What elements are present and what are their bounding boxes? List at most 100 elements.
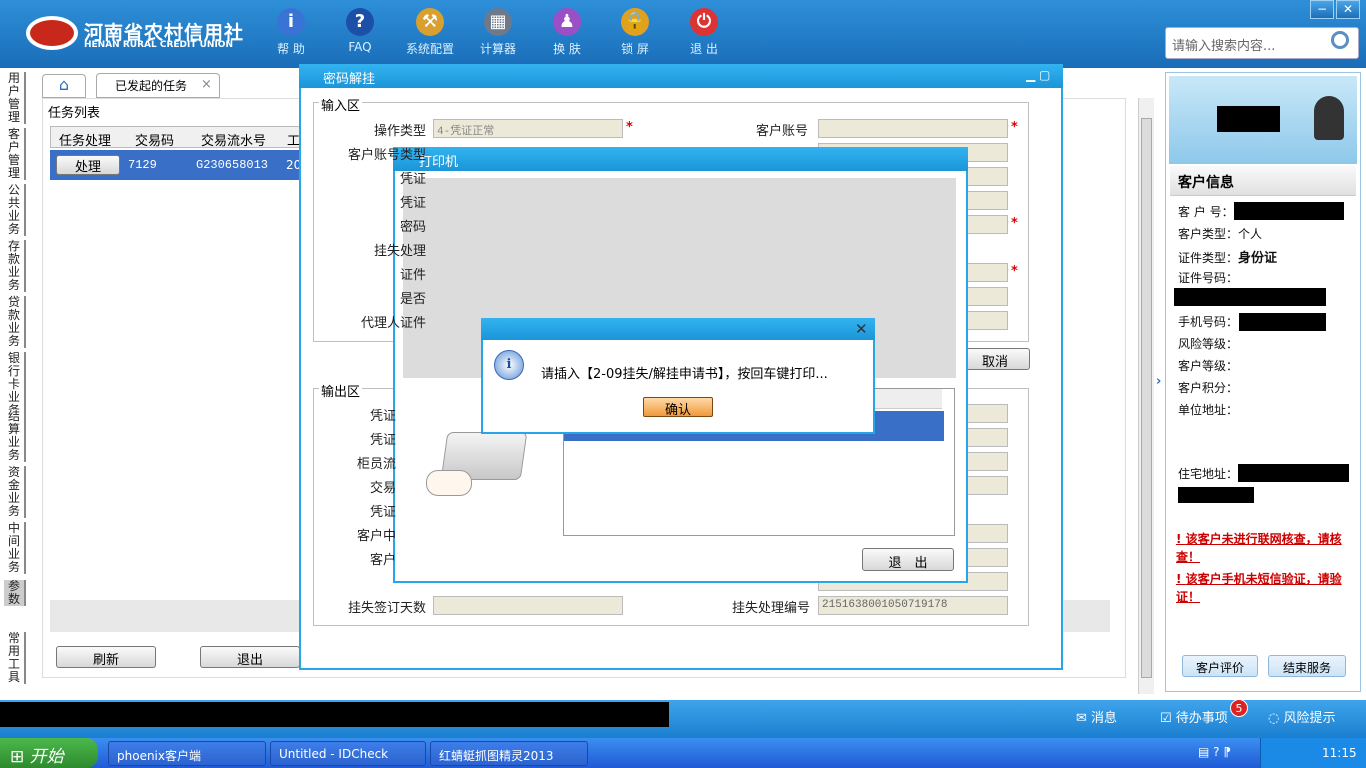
cancel-button[interactable]: 取消 (960, 348, 1030, 370)
input-label-7: 是否 (399, 292, 426, 307)
cell-code: 7129 (128, 158, 157, 172)
lock-label: 锁 屏 (621, 42, 649, 56)
process-button[interactable]: 处理 (56, 155, 120, 175)
nav-deposit[interactable]: 存款业务 (4, 240, 26, 292)
tray-icons[interactable]: ▤ ? ⁋ (1198, 745, 1231, 759)
confirm-button[interactable]: 确认 (643, 397, 713, 418)
input-label-4: 密码 (399, 220, 426, 235)
input-label-5: 挂失处理 (373, 244, 426, 259)
power-label: 退 出 (690, 42, 718, 56)
power-icon: ⏻ (690, 8, 718, 36)
taskbar-item-phoenix[interactable]: phoenix客户端 (108, 741, 266, 766)
output-section-label: 输出区 (319, 381, 363, 400)
exit-task-button[interactable]: 退出 (200, 646, 300, 668)
pwd-minimize-icon[interactable]: ▁ ▢ (1026, 68, 1050, 82)
customer-field-label: 客户积分： (1178, 381, 1239, 395)
input-label-2: 凭证 (399, 172, 426, 187)
toolbar-button-0[interactable]: i 帮 助 (259, 8, 323, 57)
customer-field-row: 手机号码： (1178, 313, 1358, 330)
end-service-button[interactable]: 结束服务 (1268, 655, 1346, 677)
warning-sms-link[interactable]: ! 该客户手机未短信验证，请验证！ (1176, 570, 1358, 606)
sign-days-label: 挂失签订天数 (347, 601, 426, 616)
nav-customer-mgmt[interactable]: 客户管理 (4, 128, 26, 180)
alert-close-icon[interactable]: ✕ (855, 320, 868, 338)
customer-field-row: 客户积分： (1178, 379, 1358, 396)
loss-id-field: 2151638001050719178 (818, 596, 1008, 615)
search-icon[interactable] (1331, 31, 1349, 49)
customer-field-row: 住宅地址： (1178, 465, 1358, 482)
col-header-serial: 交易流水号 (201, 134, 267, 149)
shirt-label: 换 肤 (553, 42, 581, 56)
nav-bankcard[interactable]: 银行卡业务 (4, 352, 26, 417)
customer-field-row: 风险等级： (1178, 335, 1358, 352)
todo-button[interactable]: ☑ 待办事项 (1160, 707, 1228, 726)
toolbar-button-2[interactable]: ⚒ 系统配置 (398, 8, 462, 57)
customer-field-row: 客户类型：个人 (1178, 225, 1358, 242)
tab-close-icon[interactable]: × (201, 77, 212, 92)
customer-name-redacted (1217, 106, 1280, 132)
pwd-dialog-title: 密码解挂 (323, 72, 376, 87)
taskbar-item-idcheck[interactable]: Untitled - IDCheck (270, 741, 426, 766)
minimize-button[interactable]: − (1310, 0, 1334, 19)
status-redacted (0, 702, 669, 727)
cell-serial: G230658013 (196, 158, 269, 172)
alert-titlebar[interactable] (481, 318, 875, 340)
printer-exit-button[interactable]: 退 出 (862, 548, 954, 571)
toolbar-button-6[interactable]: ⏻ 退 出 (672, 8, 736, 57)
input-label-3: 凭证 (399, 196, 426, 211)
input-label-0: 操作类型 (373, 124, 426, 139)
scrollbar-thumb[interactable] (1141, 118, 1152, 678)
printer-dialog-titlebar[interactable]: 打印机 (393, 147, 968, 171)
pwd-dialog-titlebar[interactable]: 密码解挂 (299, 64, 1063, 88)
nav-user-mgmt[interactable]: 用户管理 (4, 72, 26, 124)
id-number-redacted (1174, 288, 1326, 306)
todo-count-badge: 5 (1230, 699, 1248, 717)
output-label-2: 柜员流 (356, 457, 396, 472)
question-label: FAQ (348, 40, 372, 54)
nav-public-biz[interactable]: 公共业务 (4, 184, 26, 236)
nav-funds[interactable]: 资金业务 (4, 466, 26, 518)
info-icon: i (277, 8, 305, 36)
customer-field-value: 个人 (1238, 227, 1263, 241)
rate-customer-button[interactable]: 客户评价 (1182, 655, 1258, 677)
nav-settlement[interactable]: 结算业务 (4, 410, 26, 462)
close-app-button[interactable]: ✕ (1336, 0, 1360, 19)
input-section-label: 输入区 (319, 95, 363, 114)
taskbar-item-screenshot[interactable]: 红蜻蜓抓图精灵2013 (430, 741, 588, 766)
op-type-select[interactable]: 4-凭证正常 (433, 119, 623, 138)
warning-verify-link[interactable]: ! 该客户未进行联网核查，请核查！ (1176, 530, 1358, 566)
customer-field-label: 证件类型： (1178, 251, 1239, 265)
customer-account-field[interactable] (818, 119, 1008, 138)
refresh-button[interactable]: 刷新 (56, 646, 156, 668)
toolbar-button-5[interactable]: 🔒 锁 屏 (603, 8, 667, 57)
table-row[interactable]: 处理 7129 G230658013 20 (50, 150, 301, 180)
required-mark: * (1011, 264, 1018, 279)
start-label: 开始 (29, 747, 64, 767)
nav-tools[interactable]: 常用工具 (4, 632, 26, 684)
risk-button[interactable]: ◌ 风险提示 (1268, 707, 1336, 726)
clock: 11:15 (1322, 746, 1357, 760)
customer-field-row: 客 户 号： (1178, 203, 1358, 220)
start-button[interactable]: ⊞ 开始 (0, 738, 98, 768)
avatar (1314, 96, 1344, 140)
search-input[interactable]: 请输入搜索内容... (1165, 27, 1359, 59)
customer-info-header: 客户信息 (1170, 166, 1356, 196)
toolbar-button-4[interactable]: ♟ 换 肤 (535, 8, 599, 57)
panel-collapse-icon[interactable]: › (1156, 374, 1161, 389)
main-scrollbar[interactable] (1138, 98, 1154, 694)
customer-field-row: 证件类型：身份证 (1178, 247, 1358, 266)
home-tab[interactable]: ⌂ (42, 74, 86, 98)
nav-intermediary[interactable]: 中间业务 (4, 522, 26, 574)
nav-params[interactable]: 参数 (4, 580, 26, 606)
brand-name-en: HENAN RURAL CREDIT UNION (84, 40, 233, 50)
info-label: 帮 助 (277, 42, 305, 56)
warning-text-2: 该客户手机未短信验证，请验证！ (1176, 572, 1342, 604)
nav-loan[interactable]: 贷款业务 (4, 296, 26, 348)
windows-icon: ⊞ (10, 747, 25, 767)
input-label-8: 代理人证件 (360, 316, 426, 331)
toolbar-button-1[interactable]: ? FAQ (328, 8, 392, 54)
messages-button[interactable]: ✉ 消息 (1076, 707, 1117, 726)
toolbar-button-3[interactable]: ▦ 计算器 (466, 8, 530, 57)
customer-field-value: 身份证 (1238, 251, 1278, 266)
risk-label: 风险提示 (1283, 711, 1336, 726)
